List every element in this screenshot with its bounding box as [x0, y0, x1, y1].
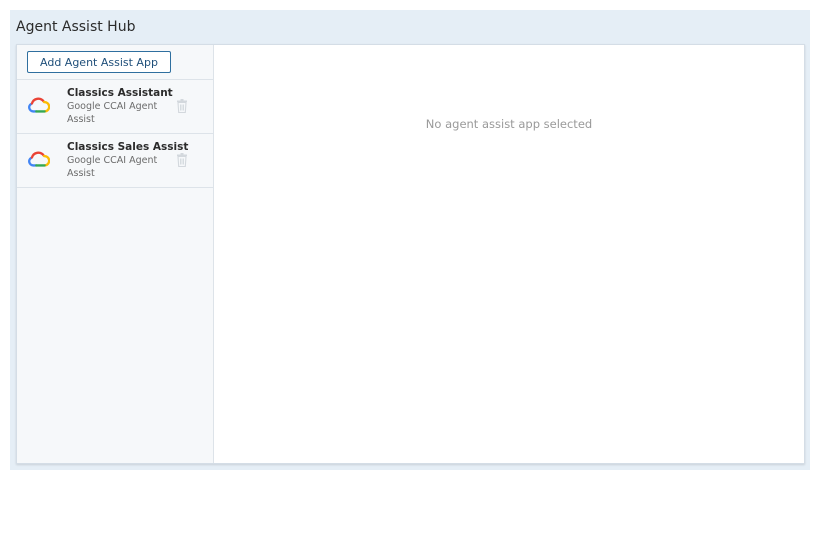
empty-state-message: No agent assist app selected	[425, 117, 593, 131]
google-cloud-icon	[28, 151, 50, 167]
agent-assist-hub: Agent Assist Hub Add Agent Assist App Cl…	[10, 10, 810, 470]
trash-icon[interactable]	[176, 99, 188, 113]
app-detail-pane: No agent assist app selected	[214, 45, 804, 463]
add-app-row: Add Agent Assist App	[17, 45, 213, 80]
app-text: Classics Assistant Google CCAI Agent Ass…	[67, 86, 175, 126]
page-title: Agent Assist Hub	[16, 19, 136, 35]
app-text: Classics Sales Assist Google CCAI Agent …	[67, 140, 189, 180]
add-agent-assist-app-button[interactable]: Add Agent Assist App	[27, 51, 171, 73]
hub-header: Agent Assist Hub	[10, 10, 810, 44]
app-name: Classics Assistant	[67, 87, 173, 99]
google-cloud-icon	[28, 97, 50, 113]
app-name: Classics Sales Assist	[67, 141, 189, 153]
app-list-item-classics-sales-assist[interactable]: Classics Sales Assist Google CCAI Agent …	[17, 134, 213, 188]
app-list-item-classics-assistant[interactable]: Classics Assistant Google CCAI Agent Ass…	[17, 80, 213, 134]
app-type: Google CCAI Agent Assist	[67, 155, 158, 179]
app-type: Google CCAI Agent Assist	[67, 101, 158, 125]
hub-panel: Add Agent Assist App Classics Assistant …	[16, 44, 805, 464]
trash-icon[interactable]	[176, 153, 188, 167]
app-list-sidebar: Add Agent Assist App Classics Assistant …	[17, 45, 214, 463]
